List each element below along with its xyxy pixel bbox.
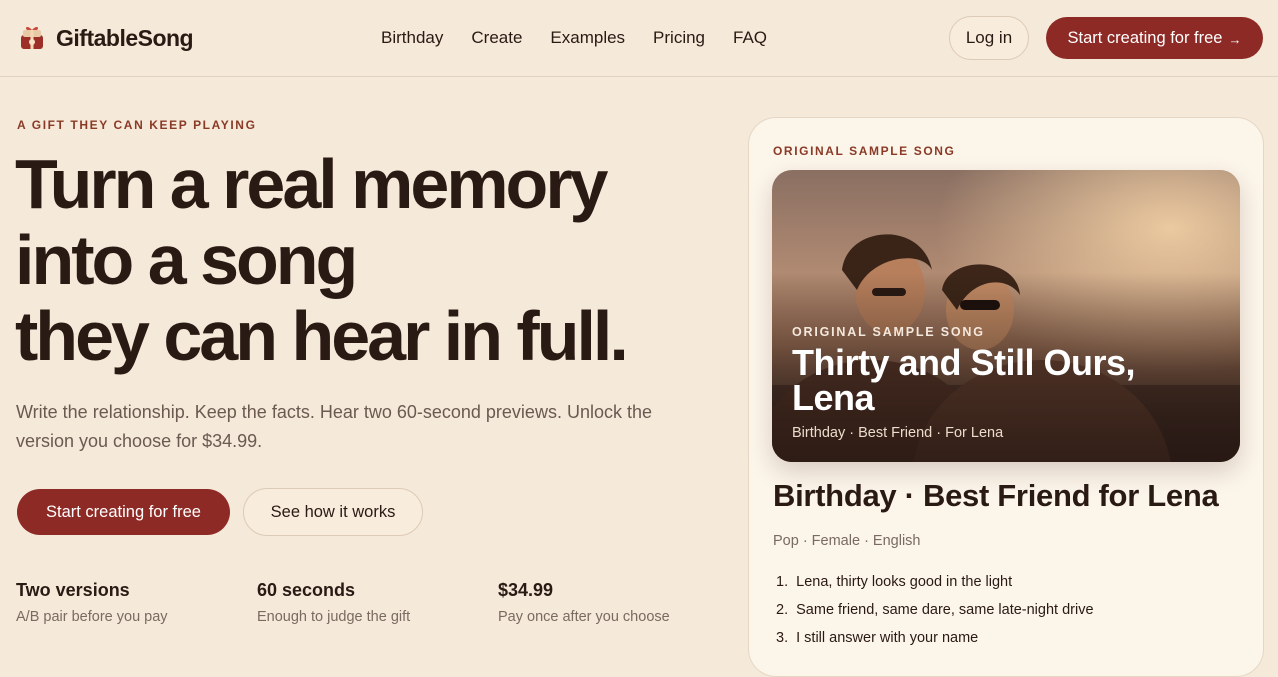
see-how-it-works-button[interactable]: See how it works bbox=[243, 488, 423, 536]
nav-pricing[interactable]: Pricing bbox=[653, 28, 705, 48]
lyric-number: 1. bbox=[776, 574, 789, 590]
lyric-line: 2. Same friend, same dare, same late-nig… bbox=[776, 596, 1094, 624]
start-creating-button[interactable]: Start creating for free bbox=[17, 489, 230, 535]
cover-song-meta: Birthday · Best Friend · For Lena bbox=[792, 425, 1004, 441]
sample-song-title: Birthday · Best Friend for Lena bbox=[773, 478, 1219, 513]
nav-birthday[interactable]: Birthday bbox=[381, 28, 443, 48]
lyric-number: 2. bbox=[776, 602, 789, 618]
headline-line-1: Turn a real memory bbox=[15, 145, 609, 223]
lyric-number: 3. bbox=[776, 630, 789, 646]
lyric-text: Same friend, same dare, same late-night … bbox=[796, 602, 1094, 618]
stat-two-versions: Two versions A/B pair before you pay bbox=[16, 580, 168, 625]
stat-desc: Pay once after you choose bbox=[498, 609, 670, 625]
stat-title: $34.99 bbox=[498, 580, 554, 600]
main-nav: Birthday Create Examples Pricing FAQ bbox=[381, 28, 767, 48]
hero-eyebrow: A GIFT THEY CAN KEEP PLAYING bbox=[17, 118, 257, 132]
arrow-right-icon: → bbox=[1228, 31, 1242, 47]
header-start-creating-button[interactable]: Start creating for free → bbox=[1046, 17, 1263, 59]
headline-line-3: they can hear in full. bbox=[15, 297, 629, 375]
stat-desc: A/B pair before you pay bbox=[16, 609, 168, 625]
lyric-line: 1. Lena, thirty looks good in the light bbox=[776, 568, 1094, 596]
stat-title: Two versions bbox=[16, 580, 130, 600]
cover-overlay: ORIGINAL SAMPLE SONG Thirty and Still Ou… bbox=[792, 325, 1222, 441]
cover-song-title: Thirty and Still Ours, Lena bbox=[792, 342, 1136, 418]
nav-create[interactable]: Create bbox=[471, 28, 522, 48]
headline-line-2: into a song bbox=[15, 221, 358, 299]
brand[interactable]: GiftableSong bbox=[18, 24, 194, 52]
stat-price: $34.99 Pay once after you choose bbox=[498, 580, 670, 625]
card-eyebrow: ORIGINAL SAMPLE SONG bbox=[773, 144, 956, 158]
lyric-text: Lena, thirty looks good in the light bbox=[796, 574, 1013, 590]
hero-subtext: Write the relationship. Keep the facts. … bbox=[16, 402, 652, 451]
sample-song-cover[interactable]: ORIGINAL SAMPLE SONG Thirty and Still Ou… bbox=[772, 170, 1240, 462]
stat-title: 60 seconds bbox=[257, 580, 356, 600]
brand-name: GiftableSong bbox=[56, 24, 194, 51]
header-cta-label: Start creating for free bbox=[1067, 28, 1223, 47]
cover-eyebrow: ORIGINAL SAMPLE SONG bbox=[792, 325, 985, 339]
nav-faq[interactable]: FAQ bbox=[733, 28, 767, 48]
stat-desc: Enough to judge the gift bbox=[257, 609, 411, 625]
stat-60-seconds: 60 seconds Enough to judge the gift bbox=[257, 580, 410, 625]
gift-logo-icon bbox=[18, 24, 46, 52]
hero-headline: Turn a real memory into a song they can … bbox=[15, 146, 715, 374]
lyrics-list: 1. Lena, thirty looks good in the light … bbox=[776, 568, 1094, 652]
nav-examples[interactable]: Examples bbox=[550, 28, 625, 48]
site-header: GiftableSong Birthday Create Examples Pr… bbox=[0, 0, 1278, 77]
lyric-line: 3. I still answer with your name bbox=[776, 624, 1094, 652]
sample-song-card[interactable]: ORIGINAL SAMPLE SONG ORIGINAL SAMPLE SON… bbox=[748, 117, 1264, 677]
sample-song-meta: Pop · Female · English bbox=[773, 533, 921, 549]
login-button[interactable]: Log in bbox=[949, 16, 1029, 60]
lyric-text: I still answer with your name bbox=[796, 630, 979, 646]
